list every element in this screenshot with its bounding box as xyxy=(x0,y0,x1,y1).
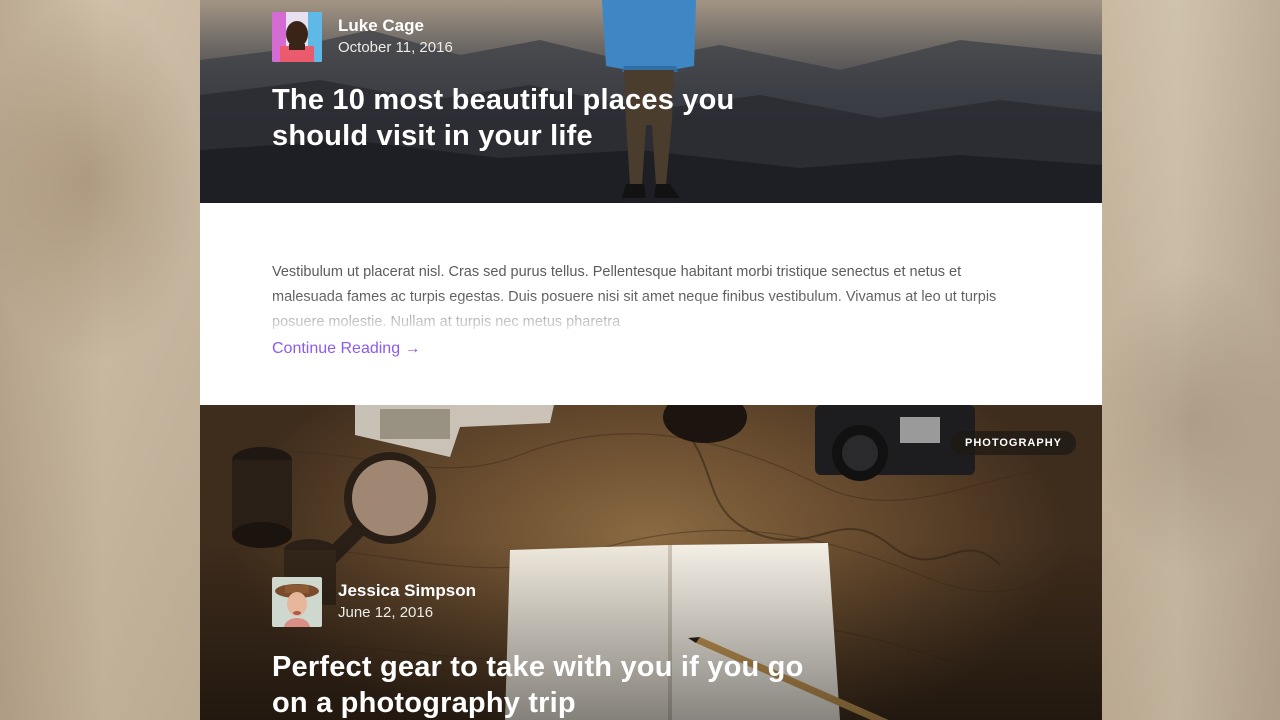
posts-feed: Luke Cage October 11, 2016 The 10 most b… xyxy=(200,0,1102,720)
post-excerpt: Vestibulum ut placerat nisl. Cras sed pu… xyxy=(272,260,1032,335)
post-title-line: should visit in your life xyxy=(272,120,593,152)
post-title-line: The 10 most beautiful places you xyxy=(272,84,735,116)
category-badge[interactable]: PHOTOGRAPHY xyxy=(951,431,1076,455)
author-name[interactable]: Luke Cage xyxy=(338,16,453,36)
post-hero-image[interactable]: Luke Cage October 11, 2016 The 10 most b… xyxy=(200,0,1102,203)
post-title-line: on a photography trip xyxy=(272,687,576,719)
author-avatar[interactable] xyxy=(272,577,322,627)
post-title[interactable]: The 10 most beautiful places you should … xyxy=(272,82,734,154)
post-card[interactable]: PHOTOGRAPHY Jessica Simpson June 12, 201… xyxy=(200,405,1102,720)
author-avatar[interactable] xyxy=(272,12,322,62)
post-title-line: Perfect gear to take with you if you go xyxy=(272,651,804,683)
post-date: October 11, 2016 xyxy=(338,39,453,56)
post-date: June 12, 2016 xyxy=(338,604,434,621)
post-author: Jessica Simpson June 12, 2016 xyxy=(272,577,476,627)
post-author: Luke Cage October 11, 2016 xyxy=(272,12,453,62)
post-title[interactable]: Perfect gear to take with you if you go … xyxy=(272,649,804,720)
post-body: Vestibulum ut placerat nisl. Cras sed pu… xyxy=(200,203,1102,405)
continue-reading-link[interactable]: Continue Reading → xyxy=(272,340,421,358)
author-name[interactable]: Jessica Simpson xyxy=(338,581,476,601)
